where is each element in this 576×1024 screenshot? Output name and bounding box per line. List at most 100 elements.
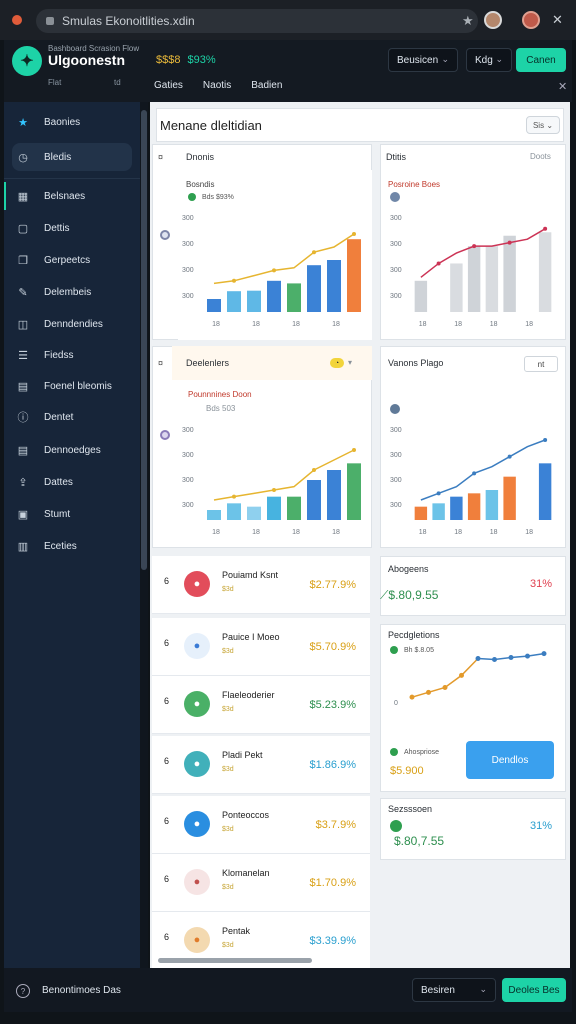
cloud-icon: ●	[184, 751, 210, 777]
card-4-options-button[interactable]: nt	[524, 356, 558, 372]
sidebar-item-bledis[interactable]: ◷ Bledis	[12, 143, 132, 171]
row-value: $1.86.9%	[309, 759, 356, 771]
chart-3-svg: 300 300 300 300 18 18 18 18	[182, 427, 361, 536]
close-icon[interactable]: ✕	[558, 80, 567, 93]
sidebar-item-dattes[interactable]: ⇪ Dattes	[12, 468, 132, 496]
sidebar-item-label: Stumt	[44, 508, 71, 520]
stat-card-3-pct: 31%	[530, 820, 553, 832]
browser-menu-icon[interactable]	[12, 15, 22, 25]
card-4-badge: nt	[537, 359, 545, 369]
row-rank: 6	[164, 638, 170, 648]
radio-icon[interactable]	[160, 430, 170, 440]
list-item[interactable]: 6 ● Pauice I Moeo $3d $5.70.9%	[152, 618, 370, 676]
card-3-more-icon[interactable]: ▾	[348, 358, 352, 367]
card-marker: ¤	[158, 152, 164, 162]
sidebar-item-label: Dennoedges	[44, 444, 101, 456]
y-tick-label: 300	[182, 267, 194, 274]
x-tick-label: 18	[525, 529, 533, 536]
bar	[503, 235, 516, 312]
y-tick-label: 300	[390, 267, 402, 274]
x-tick-label: 18	[292, 321, 300, 328]
list-item[interactable]: 6 ● Klomanelan $3d $1.70.9%	[152, 854, 370, 912]
stat-card-1-pct: 31%	[530, 578, 553, 590]
sidebar-item-label: Denndendies	[44, 318, 103, 330]
bar	[467, 493, 481, 520]
x-tick-label: 18	[252, 529, 260, 536]
card-2-title: Dtitis	[386, 152, 406, 162]
info-icon: ⓘ	[17, 412, 29, 424]
sidebar-item-baonies[interactable]: ★ Baonies	[12, 108, 132, 136]
footer-primary-button[interactable]: Deoles Bes	[502, 978, 566, 1002]
sidebar-item-gerpeetcs[interactable]: ❐ Gerpeetcs	[12, 246, 132, 274]
avatar-secondary[interactable]	[522, 11, 540, 29]
row-sub: $3d	[222, 706, 234, 713]
tab-gaties[interactable]: Gaties	[154, 80, 183, 107]
sidebar-item-foenel-bleomis[interactable]: ▤ Foenel bleomis	[12, 372, 132, 400]
footer-dropdown-label: Besiren	[421, 984, 455, 996]
stat-card-1-title: Abogeens	[388, 564, 429, 574]
tab-naotis[interactable]: Naotis	[203, 80, 231, 97]
row-sub: $3d	[222, 766, 234, 773]
y-tick-label: 300	[182, 241, 194, 248]
stat-card-3-value: $.80,7.55	[394, 834, 445, 848]
chart-1-legend-title: Bosndis	[186, 180, 215, 189]
card-4-title: Vanons Plago	[388, 358, 444, 368]
stat-card-2-bottom-value: $5.900	[390, 765, 424, 777]
radio-icon[interactable]	[160, 230, 170, 240]
sidebar-scroll-thumb[interactable]	[141, 110, 147, 570]
y-tick-label: 300	[182, 502, 194, 509]
stat-card-2-button[interactable]: Dendlos	[466, 741, 554, 779]
series-line-low	[411, 657, 479, 698]
row-value: $5.23.9%	[309, 699, 356, 711]
help-icon[interactable]: ?	[16, 984, 30, 998]
sidebar-item-belsnaes[interactable]: ▦ Belsnaes	[12, 182, 132, 210]
bar	[450, 496, 463, 520]
sidebar-item-label: Delembeis	[44, 286, 92, 298]
header-value-main: $$$8	[156, 54, 181, 66]
footer-label: Benontimoes Das	[42, 985, 121, 996]
list-item[interactable]: 6 ● Ponteoccos $3d $3.7.9%	[152, 796, 370, 854]
sidebar-item-dettis[interactable]: ▢ Dettis	[12, 214, 132, 242]
sidebar-item-stumt[interactable]: ▣ Stumt	[12, 500, 132, 528]
list-item[interactable]: 6 ● Pouiamd Ksnt $3d $2.77.9%	[152, 556, 370, 614]
row-sub: $3d	[222, 648, 234, 655]
sidebar-item-dentet[interactable]: ⓘ Dentet	[12, 403, 132, 431]
tab-badien[interactable]: Badien	[251, 80, 282, 97]
sidebar-item-eceties[interactable]: ▥ Eceties	[12, 532, 132, 560]
list-item[interactable]: 6 ● Pladi Pekt $3d $1.86.9%	[152, 736, 370, 794]
row-rank: 6	[164, 874, 170, 884]
star-icon[interactable]: ★	[462, 13, 474, 29]
list-item[interactable]: 6 ● Flaeleoderier $3d $5.23.9%	[152, 676, 370, 734]
series-point	[442, 685, 448, 690]
x-tick-label: 18	[212, 529, 220, 536]
dropdown-secondary[interactable]: Kdg ⌄	[466, 48, 512, 72]
bar	[327, 470, 341, 520]
sidebar-item-fiedss[interactable]: ☰ Fiedss	[12, 341, 132, 369]
sidebar-item-denndendies[interactable]: ◫ Denndendies	[12, 310, 132, 338]
sidebar-item-delembeis[interactable]: ✎ Delembeis	[12, 278, 132, 306]
panel-options-button[interactable]: Sis ⌄	[526, 116, 560, 134]
sidebar-item-dennoedges[interactable]: ▤ Dennoedges	[12, 436, 132, 464]
close-icon[interactable]: ✕	[552, 12, 563, 28]
header-primary-button[interactable]: Canen	[516, 48, 566, 72]
sidebar-item-label: Belsnaes	[44, 190, 86, 202]
bar	[267, 496, 281, 520]
horizontal-scroll-thumb[interactable]	[158, 958, 312, 963]
sidebar-item-label: Foenel bleomis	[44, 380, 112, 392]
clock-icon: ●	[184, 811, 210, 837]
y-tick-label: 300	[182, 427, 194, 434]
bar	[227, 291, 241, 312]
trend-point	[543, 226, 548, 231]
app-header: ✦ Bashboard Scrasion Flow Ulgoonestn Fla…	[4, 40, 572, 107]
header-value: $$$8 $93%	[156, 54, 216, 66]
y-tick-label: 300	[182, 452, 194, 459]
url-bar[interactable]: Smulas Ekonoitlities.xdin	[36, 9, 478, 33]
trend-point	[352, 448, 356, 452]
footer-dropdown[interactable]: Besiren ⌄	[412, 978, 496, 1002]
chart-1-svg: 300 300 300 300 18 18 18 18	[182, 215, 361, 328]
avatar[interactable]	[484, 11, 502, 29]
logo-icon: ✦	[12, 46, 42, 76]
dropdown-primary[interactable]: Beusicen ⌄	[388, 48, 458, 72]
trend-line	[420, 439, 546, 501]
box-icon: ▢	[17, 222, 29, 235]
